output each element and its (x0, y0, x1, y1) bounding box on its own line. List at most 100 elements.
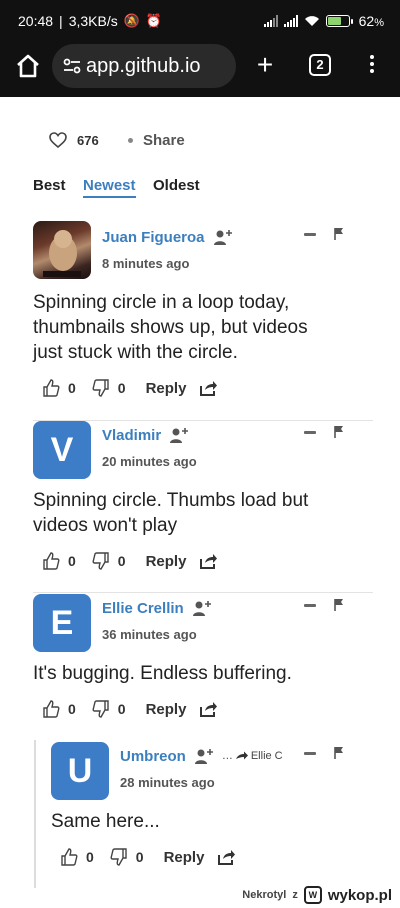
battery-percent: 62 (358, 13, 375, 29)
signal-icon-2 (283, 15, 298, 27)
follow-user-icon[interactable] (192, 599, 212, 617)
network-speed: 3,3KB/s (68, 13, 118, 29)
new-tab-button[interactable]: + (252, 51, 278, 80)
upvote-button[interactable]: 0 (60, 848, 94, 866)
share-button[interactable]: Share (128, 132, 185, 149)
watermark-user: Nekrotyl (242, 889, 287, 901)
follow-user-icon[interactable] (169, 426, 189, 444)
heart-icon (49, 132, 67, 148)
wifi-icon (304, 16, 319, 26)
tab-switcher-button[interactable]: 2 (309, 54, 331, 76)
wykop-watermark: Nekrotyl z W wykop.pl (242, 886, 392, 904)
share-arrow-icon[interactable] (200, 553, 218, 569)
upvote-button[interactable]: 0 (42, 552, 76, 570)
upvote-count: 0 (68, 701, 76, 717)
upvote-count: 0 (68, 380, 76, 396)
upvote-button[interactable]: 0 (42, 700, 76, 718)
reply-arrow-icon (235, 751, 248, 760)
comment-author[interactable]: Juan Figueroa (102, 229, 205, 246)
downvote-button[interactable]: 0 (92, 700, 126, 718)
comment-body: Spinning circle in a loop today, thumbna… (33, 292, 308, 363)
comment-actions: 0 0 Reply (60, 846, 236, 868)
comment-body: It's bugging. Endless buffering. (33, 663, 292, 684)
site-settings-icon[interactable] (62, 56, 82, 76)
address-bar[interactable]: app.github.io (52, 44, 236, 88)
flag-icon[interactable] (333, 598, 345, 612)
downvote-count: 0 (135, 849, 144, 865)
comment-actions: 0 0 Reply (42, 550, 218, 572)
avatar[interactable]: V (33, 421, 91, 479)
share-arrow-icon[interactable] (200, 701, 218, 717)
comment-reply: U Umbreon … Ellie C 28 minutes ago Same … (0, 741, 400, 881)
reply-button[interactable]: Reply (164, 849, 205, 866)
downvote-button[interactable]: 0 (110, 848, 144, 866)
comment-actions: 0 0 Reply (42, 698, 218, 720)
comment-author[interactable]: Vladimir (102, 427, 161, 444)
thumbs-down-icon (92, 700, 109, 718)
thumbs-down-icon (110, 848, 127, 866)
follow-user-icon[interactable] (213, 228, 233, 246)
thumbs-down-icon (92, 552, 109, 570)
thumbs-up-icon (43, 552, 60, 570)
comment-actions: 0 0 Reply (42, 377, 218, 399)
comment: Juan Figueroa 8 minutes ago Spinning cir… (0, 220, 400, 421)
sort-tab-best[interactable]: Best (33, 177, 66, 194)
follow-user-icon[interactable] (194, 747, 214, 765)
battery-unit: % (374, 17, 384, 29)
watermark-connector: z (292, 889, 298, 901)
browser-chrome: 20:48 | 3,3KB/s 🔕 ⏰ 62% app.github.io + … (0, 0, 400, 97)
flag-icon[interactable] (333, 746, 345, 760)
collapse-icon[interactable] (304, 233, 316, 236)
avatar[interactable] (33, 221, 91, 279)
share-arrow-icon[interactable] (218, 849, 236, 865)
status-bar: 20:48 | 3,3KB/s 🔕 ⏰ 62% (18, 13, 384, 29)
status-time: 20:48 (18, 13, 54, 29)
share-label[interactable]: Share (143, 132, 185, 149)
comment-author[interactable]: Umbreon (120, 748, 186, 765)
comment-time: 20 minutes ago (102, 454, 197, 469)
comment-body: Spinning circle. Thumbs load but videos … (33, 490, 309, 536)
reply-button[interactable]: Reply (146, 380, 187, 397)
reply-to-name: Ellie C (250, 750, 283, 762)
thumbs-up-icon (43, 379, 60, 397)
comment-author[interactable]: Ellie Crellin (102, 600, 184, 617)
signal-icon (263, 15, 278, 27)
avatar[interactable]: U (51, 742, 109, 800)
mute-bell-icon: 🔕 (123, 13, 140, 28)
separator-dot (128, 138, 133, 143)
comment-sort-tabs: Best Newest Oldest (0, 172, 400, 202)
downvote-button[interactable]: 0 (92, 552, 126, 570)
browser-toolbar: app.github.io + 2 (0, 40, 400, 97)
avatar[interactable]: E (33, 594, 91, 652)
url-text[interactable]: app.github.io (86, 55, 236, 78)
like-button[interactable]: 676 (49, 132, 99, 148)
wykop-logo-icon: W (303, 886, 322, 904)
battery-icon (325, 15, 353, 27)
comment-time: 28 minutes ago (120, 775, 215, 790)
reply-button[interactable]: Reply (146, 701, 187, 718)
thumbs-up-icon (61, 848, 78, 866)
alarm-icon: ⏰ (145, 13, 163, 28)
share-arrow-icon[interactable] (200, 380, 218, 396)
comment-time: 36 minutes ago (102, 627, 197, 642)
post-reactions: 676 Share (0, 125, 400, 159)
watermark-site: wykop.pl (327, 886, 392, 904)
reply-button[interactable]: Reply (146, 553, 187, 570)
collapse-icon[interactable] (304, 604, 316, 607)
cat-photo-icon (43, 230, 81, 277)
sort-tab-oldest[interactable]: Oldest (153, 177, 200, 194)
flag-icon[interactable] (333, 425, 345, 439)
overflow-menu-icon[interactable] (364, 52, 380, 80)
collapse-icon[interactable] (304, 431, 316, 434)
downvote-button[interactable]: 0 (92, 379, 126, 397)
collapse-icon[interactable] (304, 752, 316, 755)
sort-tab-newest[interactable]: Newest (83, 177, 136, 198)
like-count: 676 (77, 132, 99, 148)
upvote-count: 0 (86, 849, 94, 865)
reply-to-indicator[interactable]: … Ellie C (222, 750, 283, 762)
flag-icon[interactable] (333, 227, 345, 241)
thumbs-down-icon (92, 379, 109, 397)
home-icon[interactable] (14, 52, 42, 80)
upvote-button[interactable]: 0 (42, 379, 76, 397)
downvote-count: 0 (117, 380, 126, 396)
